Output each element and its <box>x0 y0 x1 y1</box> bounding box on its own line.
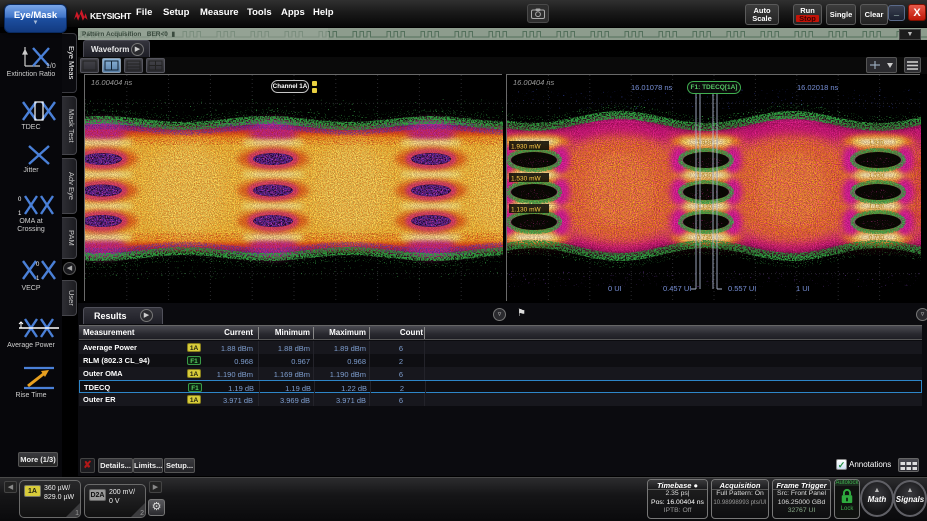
svg-text:1: 1 <box>36 276 40 282</box>
svg-text:1.530: 1.530 <box>869 174 885 180</box>
svg-text:1.530: 1.530 <box>697 174 713 180</box>
svg-text:0: 0 <box>18 197 22 203</box>
svg-text:0.730: 0.730 <box>697 236 713 242</box>
svg-text:1.130: 1.130 <box>869 205 885 211</box>
svg-text:0.730: 0.730 <box>869 236 885 242</box>
svg-text:1.930: 1.930 <box>869 141 885 147</box>
svg-text:1.930 mW: 1.930 mW <box>511 144 541 151</box>
svg-text:1.130: 1.130 <box>697 205 713 211</box>
svg-text:1/0: 1/0 <box>46 63 56 69</box>
svg-text:0: 0 <box>36 262 40 268</box>
svg-text:1.130 mW: 1.130 mW <box>511 207 541 214</box>
svg-text:1: 1 <box>18 211 22 217</box>
svg-text:1.930: 1.930 <box>697 141 713 147</box>
svg-text:1.530 mW: 1.530 mW <box>511 176 541 183</box>
